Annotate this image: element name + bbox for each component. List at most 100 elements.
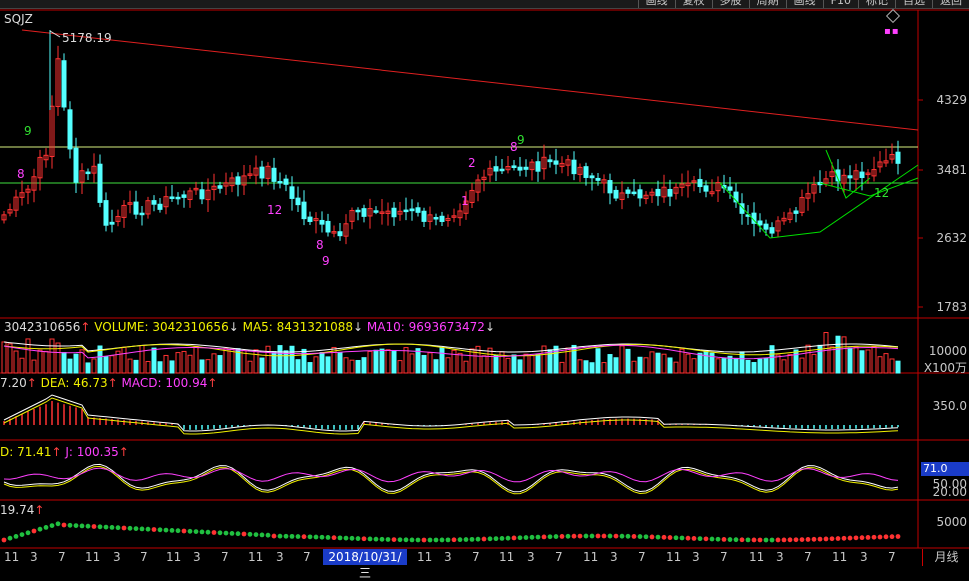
bottom-dot [175,528,181,534]
bottom-dot [193,529,199,534]
bottom-dot [631,534,637,539]
volume-bar [463,360,469,374]
x-axis-tick: 3 [692,550,700,564]
volume-bar [487,347,493,374]
bottom-dot [475,536,481,542]
macd-legend: 7.20↑ DEA: 46.73↑ MACD: 100.94↑ [0,376,218,390]
bottom-dot [679,535,685,541]
volume-bar [253,349,259,374]
period-selector[interactable]: 月线 [922,549,969,566]
bottom-dot [889,534,895,540]
more-dots-icon[interactable]: ▪▪ [884,26,900,37]
td-mark: 1 [461,194,469,208]
volume-bar [313,356,319,374]
volume-bar [361,357,367,374]
volume-bar [607,354,613,374]
volume-bar [721,358,727,374]
volume-bar [325,356,331,374]
candle-body [283,178,289,185]
bottom-dot [259,532,265,538]
bottom-dot [445,537,451,543]
j-label: J: 100.35 [65,445,119,459]
volume-bar [577,359,583,374]
x-axis-tick: 7 [888,550,896,564]
volume-bar [199,359,205,374]
bottom-dot [667,535,673,540]
bottom-dot [847,535,853,541]
bottom-dot [7,535,13,541]
candle-body [757,220,763,226]
candle-body [859,171,865,179]
bottom-dot [781,537,787,543]
td-mark: 2 [468,156,476,170]
candle-body [511,165,517,169]
d-label: D: 71.41 [0,445,52,459]
macd-dif [3,394,899,432]
bottom-dot [871,534,877,540]
bottom-dot [85,523,91,529]
td-mark: 9 [24,124,32,138]
bottom-dot [199,529,205,535]
candle-body [181,194,187,198]
bottom-dot [307,534,313,540]
x-axis-tick: 11 [832,550,848,564]
volume-bar [91,358,97,374]
bottom-dot [325,535,331,540]
price-axis-4329: 4329 [936,93,967,107]
bottom-dot [433,537,439,543]
bottom-dot [91,524,97,529]
volume-bar [295,359,301,374]
candle-body [727,186,733,191]
volume-bar [745,359,751,374]
bottom-dot [649,534,655,540]
x-axis-tick: 3 [527,550,535,564]
bottom-dot [457,537,463,543]
volume-bar [409,353,415,374]
bottom-dot [37,526,43,532]
volume-bar [787,353,793,374]
volume-bar [403,347,409,374]
bottom-dot [109,525,115,530]
candle-body [553,160,559,165]
candle-body [235,176,241,185]
candle-body [589,175,595,179]
bottom-dot [79,523,85,529]
volume-bar [145,361,151,374]
bottom-dot [379,536,385,542]
bottom-dot [283,533,289,539]
bottom-dot [409,537,415,543]
candle-body [895,151,901,164]
volume-bar [103,356,109,374]
bottom-dot [499,536,505,541]
volume-bar [379,348,385,374]
bottom-dot [655,534,661,540]
volume-bar [853,346,859,374]
dea-label: DEA: 46.73 [40,376,108,390]
volume-bar [223,348,229,374]
macd-axis-tick: 350.0 [932,399,967,413]
candle-body [301,201,307,220]
bottom-dot [13,534,19,539]
volume-bar [697,352,703,374]
bottom-dot [235,531,241,537]
volume-bar [529,355,535,374]
bottom-dot [97,524,103,530]
volume-bar [481,355,487,374]
volume-bar [43,350,49,374]
volume-bar [757,358,763,374]
volume-bar [523,353,529,374]
chart-canvas[interactable] [0,0,969,566]
bottom-dot [163,527,169,533]
candle-body [415,207,421,213]
candle-body [355,209,361,213]
bottom-dot [547,534,553,540]
volume-bar [121,346,127,374]
bottom-dot [277,533,283,539]
bottom-dot [817,536,823,542]
bottom-dot [463,537,469,542]
bottom-dot [253,532,259,537]
volume-bar [187,354,193,374]
bottom-dot [793,537,799,543]
volume-bar [367,350,373,374]
bottom-axis-tick: 5000 [936,515,967,529]
